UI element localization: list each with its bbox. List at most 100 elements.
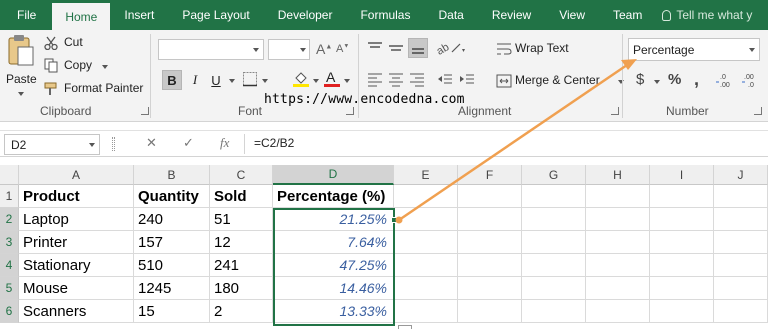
cell-f3[interactable]: [458, 231, 522, 254]
cell-h3[interactable]: [586, 231, 650, 254]
cancel-icon[interactable]: ✕: [146, 135, 157, 151]
increase-indent-button[interactable]: [458, 70, 476, 88]
cell-h6[interactable]: [586, 300, 650, 323]
align-center-button[interactable]: [387, 70, 405, 88]
increase-font-size-button[interactable]: A▲: [316, 41, 332, 57]
column-header-a[interactable]: A: [19, 165, 134, 185]
cell-j5[interactable]: [714, 277, 768, 300]
quick-analysis-icon[interactable]: [398, 325, 412, 329]
decrease-decimal-button[interactable]: .00 .0: [742, 71, 762, 89]
tab-review[interactable]: Review: [478, 0, 545, 30]
name-box[interactable]: D2: [4, 134, 100, 155]
cell-i2[interactable]: [650, 208, 714, 231]
cell-d4[interactable]: 47.25%: [273, 254, 394, 277]
cell-c1[interactable]: Sold: [210, 185, 273, 208]
dialog-launcher-icon[interactable]: [754, 107, 762, 115]
cell-b2[interactable]: 240: [134, 208, 210, 231]
column-header-g[interactable]: G: [522, 165, 586, 185]
cell-f2[interactable]: [458, 208, 522, 231]
cell-c3[interactable]: 12: [210, 231, 273, 254]
tab-formulas[interactable]: Formulas: [346, 0, 424, 30]
align-left-button[interactable]: [366, 70, 384, 88]
cell-g5[interactable]: [522, 277, 586, 300]
cell-i1[interactable]: [650, 185, 714, 208]
bottom-align-button[interactable]: [408, 38, 428, 58]
column-header-i[interactable]: I: [650, 165, 714, 185]
cell-d1[interactable]: Percentage (%): [273, 185, 394, 208]
tell-me-search[interactable]: Tell me what y: [656, 0, 766, 30]
dialog-launcher-icon[interactable]: [346, 107, 354, 115]
cell-c2[interactable]: 51: [210, 208, 273, 231]
borders-button[interactable]: [242, 71, 258, 87]
underline-button[interactable]: U: [206, 70, 226, 90]
tab-developer[interactable]: Developer: [264, 0, 347, 30]
paste-button[interactable]: Paste: [4, 34, 38, 100]
cell-g3[interactable]: [522, 231, 586, 254]
tab-home[interactable]: Home: [52, 3, 111, 30]
font-size-dropdown[interactable]: [268, 39, 310, 60]
insert-function-icon[interactable]: fx: [220, 135, 229, 151]
tab-team[interactable]: Team: [599, 0, 656, 30]
cell-f5[interactable]: [458, 277, 522, 300]
tab-view[interactable]: View: [545, 0, 599, 30]
dialog-launcher-icon[interactable]: [611, 107, 619, 115]
cut-button[interactable]: Cut: [44, 34, 104, 52]
cell-e6[interactable]: [394, 300, 458, 323]
cell-h5[interactable]: [586, 277, 650, 300]
cell-g2[interactable]: [522, 208, 586, 231]
cell-i3[interactable]: [650, 231, 714, 254]
middle-align-button[interactable]: [387, 40, 405, 56]
cell-a3[interactable]: Printer: [19, 231, 134, 254]
cell-e1[interactable]: [394, 185, 458, 208]
row-header-4[interactable]: 4: [0, 254, 19, 277]
column-header-c[interactable]: C: [210, 165, 273, 185]
tab-page-layout[interactable]: Page Layout: [168, 0, 263, 30]
cell-f4[interactable]: [458, 254, 522, 277]
top-align-button[interactable]: [366, 40, 384, 56]
cell-h2[interactable]: [586, 208, 650, 231]
cell-c5[interactable]: 180: [210, 277, 273, 300]
cell-g1[interactable]: [522, 185, 586, 208]
cell-e2[interactable]: [394, 208, 458, 231]
tab-insert[interactable]: Insert: [110, 0, 168, 30]
cell-j6[interactable]: [714, 300, 768, 323]
column-header-d[interactable]: D: [273, 165, 394, 185]
orientation-button[interactable]: ab: [435, 40, 466, 58]
comma-style-button[interactable]: ,: [694, 69, 706, 89]
cell-c4[interactable]: 241: [210, 254, 273, 277]
bold-button[interactable]: B: [162, 70, 182, 90]
row-header-2[interactable]: 2: [0, 208, 19, 231]
align-right-button[interactable]: [408, 70, 426, 88]
row-header-5[interactable]: 5: [0, 277, 19, 300]
cell-a2[interactable]: Laptop: [19, 208, 134, 231]
cell-j1[interactable]: [714, 185, 768, 208]
chevron-down-icon[interactable]: [229, 79, 235, 83]
cell-j2[interactable]: [714, 208, 768, 231]
cell-b6[interactable]: 15: [134, 300, 210, 323]
cell-i5[interactable]: [650, 277, 714, 300]
font-color-button[interactable]: A: [324, 69, 340, 88]
cell-c6[interactable]: 2: [210, 300, 273, 323]
cell-b1[interactable]: Quantity: [134, 185, 210, 208]
tab-data[interactable]: Data: [424, 0, 477, 30]
chevron-down-icon[interactable]: [344, 79, 350, 83]
format-painter-button[interactable]: Format Painter: [44, 80, 144, 98]
row-header-1[interactable]: 1: [0, 185, 19, 208]
check-icon[interactable]: ✓: [183, 135, 194, 151]
number-format-dropdown[interactable]: Percentage: [628, 38, 760, 61]
fill-handle[interactable]: [391, 217, 397, 223]
chevron-down-icon[interactable]: [654, 80, 660, 84]
tab-file[interactable]: File: [0, 0, 52, 30]
cell-f1[interactable]: [458, 185, 522, 208]
copy-button[interactable]: Copy: [44, 57, 110, 75]
merge-center-button[interactable]: Merge & Center: [496, 72, 626, 90]
cell-g4[interactable]: [522, 254, 586, 277]
decrease-indent-button[interactable]: [436, 70, 454, 88]
decrease-font-size-button[interactable]: A▼: [336, 43, 349, 55]
cell-j4[interactable]: [714, 254, 768, 277]
cell-e3[interactable]: [394, 231, 458, 254]
cell-a1[interactable]: Product: [19, 185, 134, 208]
row-header-6[interactable]: 6: [0, 300, 19, 323]
italic-button[interactable]: I: [185, 70, 205, 90]
cell-b3[interactable]: 157: [134, 231, 210, 254]
